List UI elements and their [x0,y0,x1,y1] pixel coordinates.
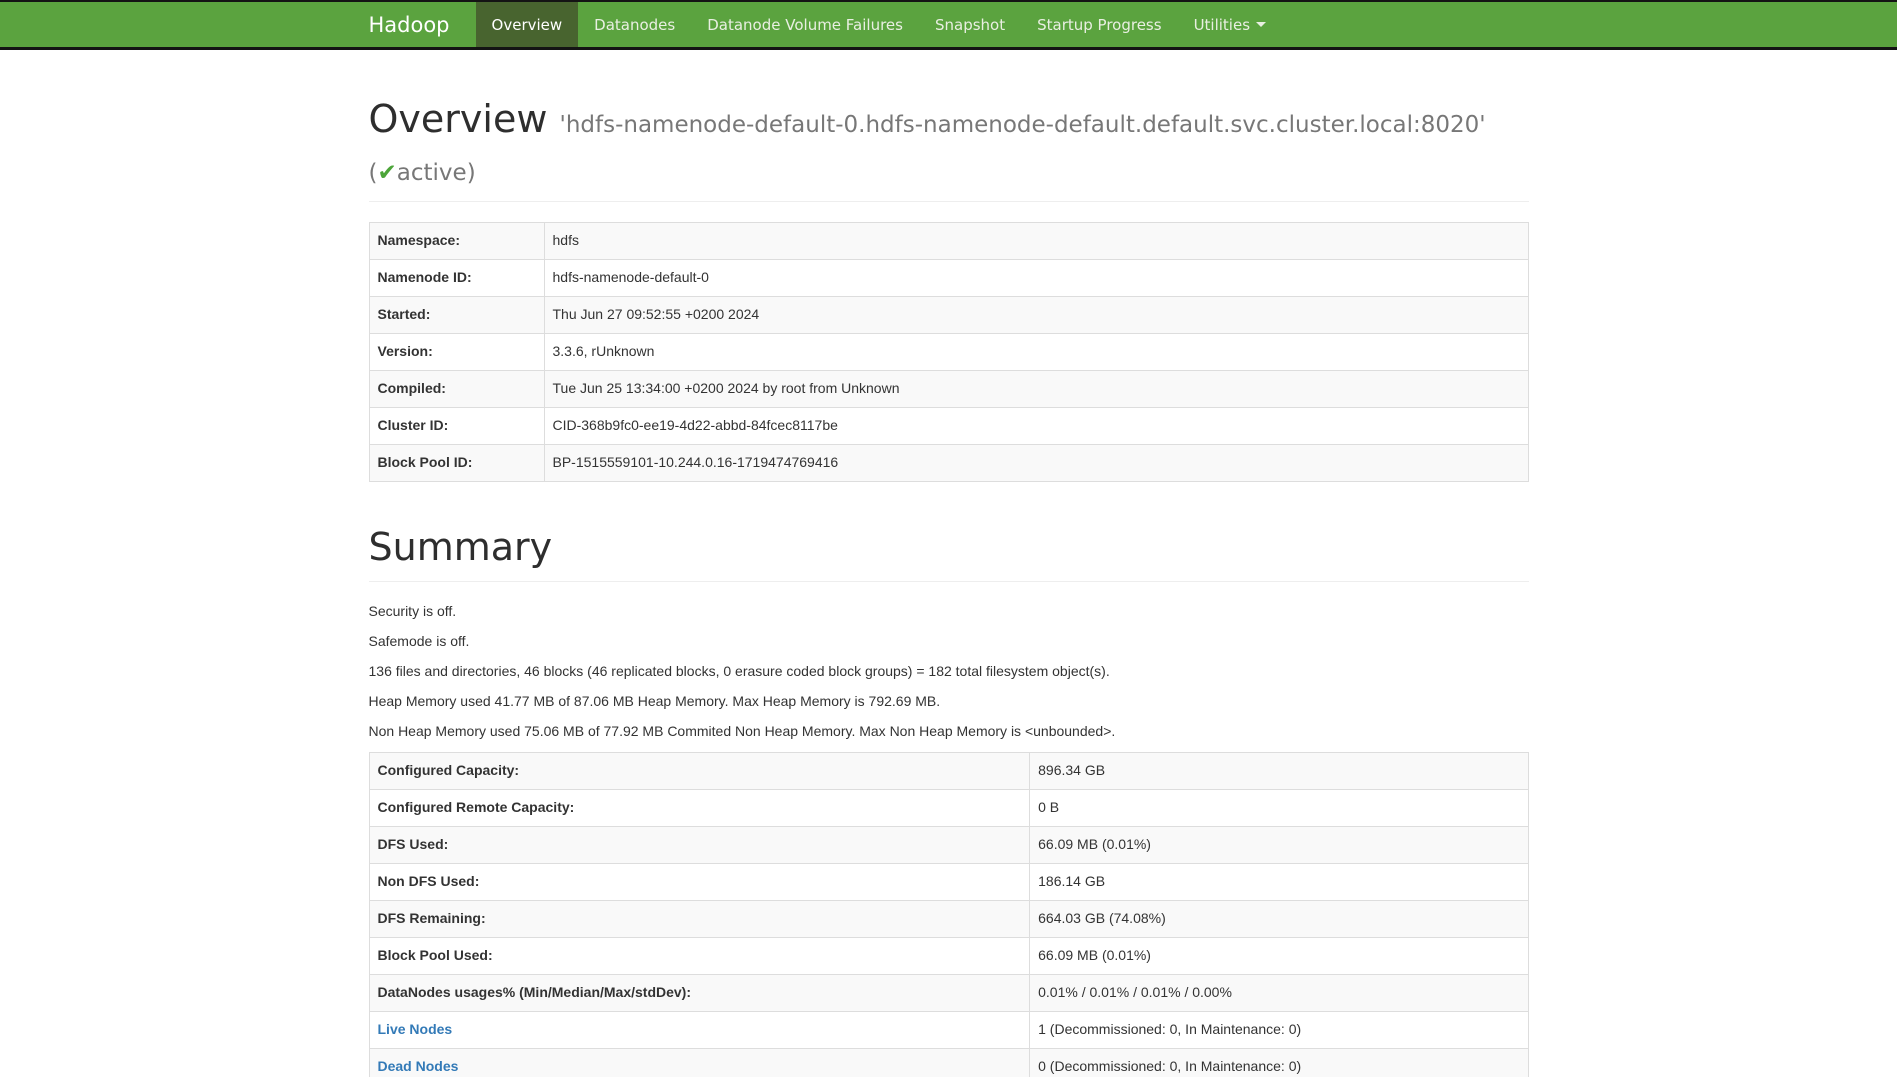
row-label: DFS Used: [369,827,1030,864]
row-label: Cluster ID: [369,407,544,444]
row-label: Configured Remote Capacity: [369,790,1030,827]
summary-nonheap-line: Non Heap Memory used 75.06 MB of 77.92 M… [369,722,1529,742]
hadoop-brand: Hadoop [369,2,476,47]
row-label: Namenode ID: [369,259,544,296]
live-nodes-link[interactable]: Live Nodes [378,1021,453,1037]
nav-tab-startup-progress[interactable]: Startup Progress [1021,2,1177,47]
table-row: DFS Remaining: 664.03 GB (74.08%) [369,901,1528,938]
row-label: Compiled: [369,370,544,407]
row-value: 66.09 MB (0.01%) [1030,827,1528,864]
row-value: 0 (Decommissioned: 0, In Maintenance: 0) [1030,1049,1528,1077]
row-value: Tue Jun 25 13:34:00 +0200 2024 by root f… [544,370,1528,407]
row-value: 66.09 MB (0.01%) [1030,938,1528,975]
table-row: Block Pool Used: 66.09 MB (0.01%) [369,938,1528,975]
nav-tab-snapshot[interactable]: Snapshot [919,2,1021,47]
row-label: DataNodes usages% (Min/Median/Max/stdDev… [369,975,1030,1012]
table-row: Started: Thu Jun 27 09:52:55 +0200 2024 [369,296,1528,333]
dead-nodes-link[interactable]: Dead Nodes [378,1058,459,1074]
table-row: Non DFS Used: 186.14 GB [369,864,1528,901]
row-label: Non DFS Used: [369,864,1030,901]
status-label: active [397,160,467,186]
main-content: Overview 'hdfs-namenode-default-0.hdfs-n… [369,96,1529,1077]
table-row: DataNodes usages% (Min/Median/Max/stdDev… [369,975,1528,1012]
summary-section-header: Summary [369,524,1529,583]
table-row: Cluster ID: CID-368b9fc0-ee19-4d22-abbd-… [369,407,1528,444]
row-label: Started: [369,296,544,333]
row-value: 664.03 GB (74.08%) [1030,901,1528,938]
row-label: Version: [369,333,544,370]
nav-tab-datanodes[interactable]: Datanodes [578,2,691,47]
table-row: Configured Capacity: 896.34 GB [369,753,1528,790]
nav-tab-datanode-volume-failures[interactable]: Datanode Volume Failures [691,2,919,47]
row-value: BP-1515559101-10.244.0.16-1719474769416 [544,444,1528,481]
caret-down-icon [1256,22,1266,27]
summary-heap-line: Heap Memory used 41.77 MB of 87.06 MB He… [369,692,1529,712]
table-row: DFS Used: 66.09 MB (0.01%) [369,827,1528,864]
table-row: Compiled: Tue Jun 25 13:34:00 +0200 2024… [369,370,1528,407]
page-title-text: Overview [369,97,548,141]
row-value: hdfs-namenode-default-0 [544,259,1528,296]
nav-tab-utilities-label: Utilities [1194,16,1250,34]
summary-safemode-line: Safemode is off. [369,632,1529,652]
row-label: Live Nodes [369,1012,1030,1049]
row-value: 0.01% / 0.01% / 0.01% / 0.00% [1030,975,1528,1012]
namenode-status: (✔active) [369,160,476,186]
overview-page-header: Overview 'hdfs-namenode-default-0.hdfs-n… [369,96,1529,202]
page-title: Overview 'hdfs-namenode-default-0.hdfs-n… [369,96,1529,191]
row-label: Block Pool ID: [369,444,544,481]
row-label: Configured Capacity: [369,753,1030,790]
summary-heading: Summary [369,524,1529,572]
row-label: Dead Nodes [369,1049,1030,1077]
table-row: Dead Nodes 0 (Decommissioned: 0, In Main… [369,1049,1528,1077]
navbar-container: Hadoop Overview Datanodes Datanode Volum… [369,2,1529,47]
nav-tab-utilities-dropdown[interactable]: Utilities [1178,2,1282,47]
active-status-check-icon: ✔ [377,160,396,186]
row-value: Thu Jun 27 09:52:55 +0200 2024 [544,296,1528,333]
nav-tab-overview[interactable]: Overview [476,2,579,47]
summary-files-blocks-line: 136 files and directories, 46 blocks (46… [369,662,1529,682]
row-value: 0 B [1030,790,1528,827]
top-navbar: Hadoop Overview Datanodes Datanode Volum… [0,0,1897,50]
row-value: CID-368b9fc0-ee19-4d22-abbd-84fcec8117be [544,407,1528,444]
table-row: Version: 3.3.6, rUnknown [369,333,1528,370]
table-row: Block Pool ID: BP-1515559101-10.244.0.16… [369,444,1528,481]
table-row: Configured Remote Capacity: 0 B [369,790,1528,827]
row-value: 896.34 GB [1030,753,1528,790]
summary-stats-table: Configured Capacity: 896.34 GB Configure… [369,752,1529,1077]
table-row: Live Nodes 1 (Decommissioned: 0, In Main… [369,1012,1528,1049]
row-value: 186.14 GB [1030,864,1528,901]
row-label: Namespace: [369,223,544,260]
table-row: Namespace: hdfs [369,223,1528,260]
table-row: Namenode ID: hdfs-namenode-default-0 [369,259,1528,296]
row-label: Block Pool Used: [369,938,1030,975]
row-value: hdfs [544,223,1528,260]
row-label: DFS Remaining: [369,901,1030,938]
status-close-paren: ) [467,160,476,186]
namenode-address: 'hdfs-namenode-default-0.hdfs-namenode-d… [560,112,1486,138]
summary-security-line: Security is off. [369,602,1529,622]
overview-info-table: Namespace: hdfs Namenode ID: hdfs-nameno… [369,222,1529,482]
row-value: 1 (Decommissioned: 0, In Maintenance: 0) [1030,1012,1528,1049]
row-value: 3.3.6, rUnknown [544,333,1528,370]
